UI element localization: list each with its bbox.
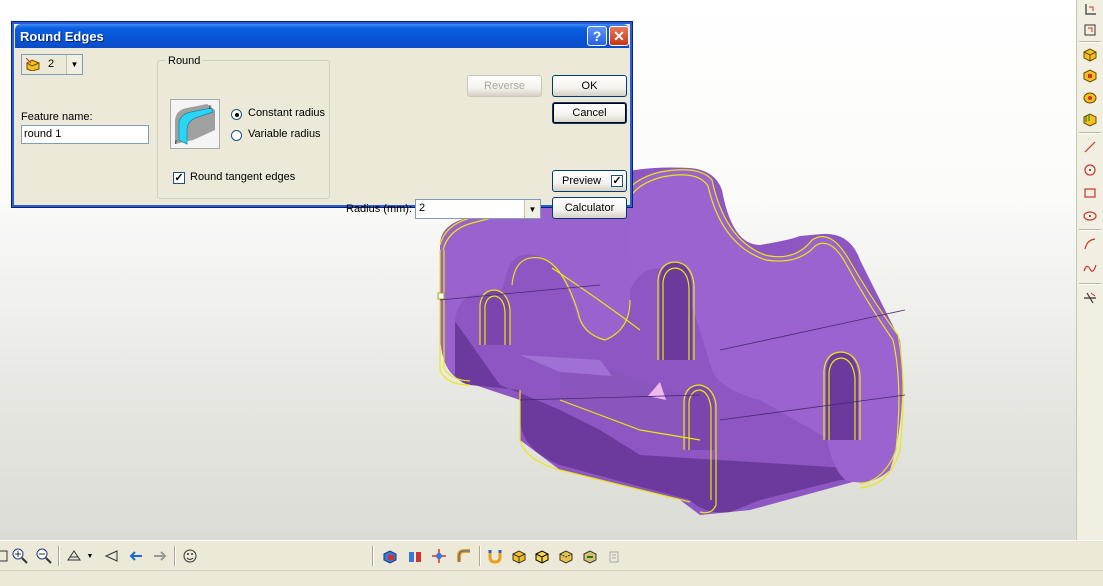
edge-select-icon xyxy=(26,58,40,71)
variable-radius-label: Variable radius xyxy=(248,128,321,140)
line-icon[interactable] xyxy=(1080,137,1100,157)
cancel-button[interactable]: Cancel xyxy=(552,102,627,124)
model-hole xyxy=(686,385,714,450)
magnet-icon[interactable] xyxy=(485,546,505,566)
round-edges-dialog: Round Edges ? ✕ 2 ▼ Feature name: round … xyxy=(11,21,633,219)
round-tangent-edges-checkbox[interactable]: ✓ xyxy=(173,172,185,184)
round-preview-image: r r xyxy=(170,99,220,149)
round-group-label: Round xyxy=(166,55,203,67)
calculator-button[interactable]: Calculator xyxy=(552,197,627,219)
shaded-cube-icon[interactable] xyxy=(509,546,529,566)
shaded-cube-edges-icon[interactable] xyxy=(532,546,552,566)
shell-icon[interactable] xyxy=(1080,109,1100,129)
radius-label: Radius (mm): xyxy=(346,203,413,215)
combine-icon[interactable] xyxy=(380,546,400,566)
zoom-out-icon[interactable] xyxy=(34,546,54,566)
split-icon[interactable] xyxy=(405,546,425,566)
sketch-edit-icon[interactable] xyxy=(1080,20,1100,40)
wireframe-cube-icon[interactable] xyxy=(580,546,600,566)
preview-checkbox[interactable]: ✓ xyxy=(611,175,623,187)
dialog-title: Round Edges xyxy=(20,29,104,44)
zoom-in-icon[interactable] xyxy=(10,546,30,566)
trim-icon[interactable] xyxy=(1080,288,1100,308)
edge-count-value: 2 xyxy=(48,58,55,70)
dialog-body: 2 ▼ Feature name: round 1 Round r r Cons… xyxy=(15,48,629,219)
rectangle-icon[interactable] xyxy=(1080,183,1100,203)
move-icon[interactable] xyxy=(429,546,449,566)
view-orientation-icon[interactable] xyxy=(64,546,84,566)
feature-name-field[interactable]: round 1 xyxy=(21,125,149,144)
variable-radius-radio[interactable] xyxy=(231,130,242,141)
constant-radius-radio[interactable] xyxy=(231,109,242,120)
circle-icon[interactable] xyxy=(1080,160,1100,180)
selection-handle[interactable] xyxy=(437,292,445,300)
bottom-toolbar: ▼ xyxy=(0,540,1103,571)
previous-view-icon[interactable] xyxy=(101,546,121,566)
face-icon[interactable] xyxy=(180,546,200,566)
question-mark-icon[interactable]: ? xyxy=(587,26,607,46)
close-x-icon[interactable]: ✕ xyxy=(609,26,629,46)
round-edge-illustration-icon: r r xyxy=(171,100,219,148)
extrude-cut-icon[interactable] xyxy=(1080,65,1100,85)
status-bar xyxy=(0,570,1103,586)
sketch-plane-icon[interactable] xyxy=(1080,0,1100,20)
edge-count-selector[interactable]: 2 ▼ xyxy=(21,54,83,75)
back-arrow-icon[interactable] xyxy=(126,546,146,566)
feature-name-label: Feature name: xyxy=(21,111,93,123)
right-toolbar xyxy=(1076,0,1103,540)
spline-icon[interactable] xyxy=(1080,258,1100,278)
extrude-icon[interactable] xyxy=(1080,44,1100,64)
ok-button[interactable]: OK xyxy=(552,75,627,97)
revolve-icon[interactable] xyxy=(1080,87,1100,107)
reverse-button[interactable]: Reverse xyxy=(467,75,542,97)
chevron-down-icon[interactable]: ▼ xyxy=(524,200,540,218)
round-tangent-edges-label: Round tangent edges xyxy=(190,171,296,183)
pipe-icon[interactable] xyxy=(454,546,474,566)
chevron-down-icon[interactable]: ▼ xyxy=(66,55,82,74)
preview-label: Preview xyxy=(562,175,602,187)
forward-arrow-icon[interactable] xyxy=(150,546,170,566)
arc-icon[interactable] xyxy=(1080,234,1100,254)
ghost-icon[interactable] xyxy=(604,546,624,566)
hidden-lines-icon[interactable] xyxy=(556,546,576,566)
dialog-titlebar[interactable]: Round Edges ? ✕ xyxy=(15,24,629,48)
constant-radius-label: Constant radius xyxy=(248,107,326,119)
preview-button[interactable]: Preview ✓ xyxy=(552,170,627,192)
radius-combo[interactable]: 2 ▼ xyxy=(415,199,541,219)
radius-value[interactable]: 2 xyxy=(419,202,425,214)
view-dropdown-icon[interactable]: ▼ xyxy=(84,546,96,566)
ellipse-icon[interactable] xyxy=(1080,206,1100,226)
